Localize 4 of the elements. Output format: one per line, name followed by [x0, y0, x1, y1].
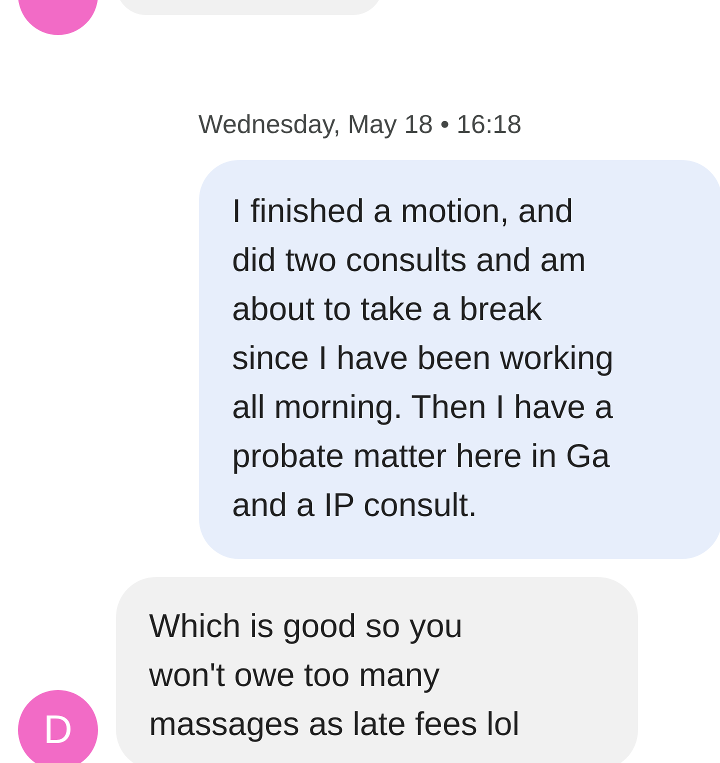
avatar: D [18, 690, 98, 763]
received-message: Which is good so you won't owe too many massages as late fees lol [116, 577, 638, 763]
sent-message: I finished a motion, and did two consults and am about to take a break since I have been working all morning. Then I have a probate matter here in Ga and a IP consult. [199, 160, 720, 559]
date-separator: Wednesday, May 18 • 16:18 [198, 109, 522, 140]
